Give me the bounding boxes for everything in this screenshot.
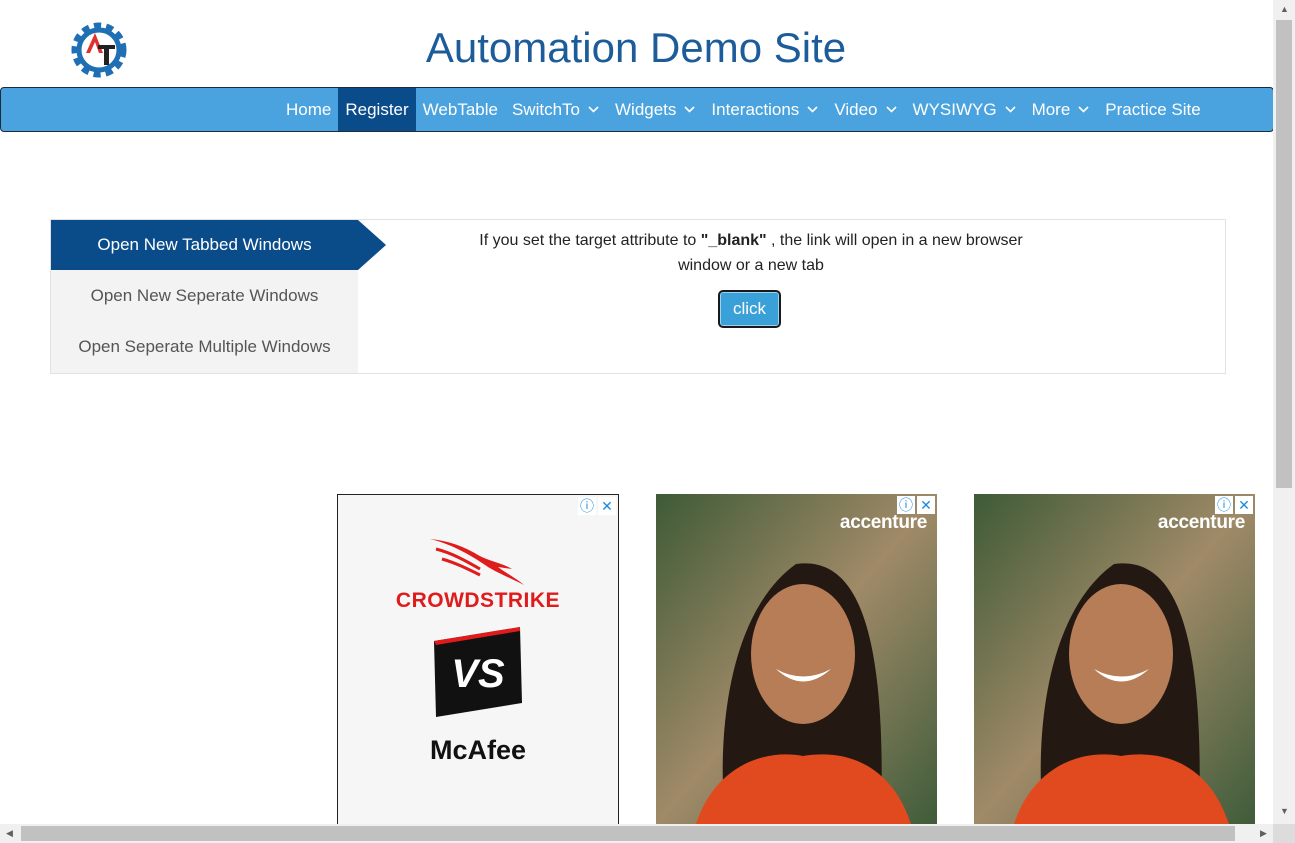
ad-close-icon[interactable]: ✕ [1235,496,1253,514]
ad-close-icon[interactable]: ✕ [917,496,935,514]
description-text-before: If you set the target attribute to [479,232,701,249]
description-bold: "_blank" [700,232,767,249]
chevron-down-icon [885,106,897,113]
horizontal-scroll-thumb[interactable] [21,826,1235,841]
ad-close-icon[interactable]: ✕ [598,497,616,515]
nav-item-interactions[interactable]: Interactions [704,88,827,131]
ad-banner-accenture-1[interactable]: accenture ⓘ ✕ [656,494,937,824]
nav-item-label: SwitchTo [511,99,580,119]
nav-item-switchto[interactable]: SwitchTo [505,88,608,131]
nav-item-label: Interactions [711,99,800,119]
nav-item-label: Practice Site [1105,99,1201,119]
chevron-down-icon [684,106,695,113]
page-title: Automation Demo Site [425,24,847,71]
falcon-icon [430,539,524,585]
nav-item-label: Widgets [615,99,677,119]
accenture-logo-text: accenture [839,512,927,533]
nav-item-widgets[interactable]: Widgets [608,88,704,131]
nav-item-home[interactable]: Home [279,88,338,131]
chevron-down-icon [1004,106,1016,113]
nav-item-webtable[interactable]: WebTable [416,88,505,131]
mcafee-text: McAfee [429,735,527,765]
nav-item-wysiwyg[interactable]: WYSIWYG [906,88,1025,131]
chevron-down-icon [1078,106,1089,113]
ad-photo-woman [974,494,1255,824]
nav-item-label: WYSIWYG [912,99,997,119]
tab-open-new-seperate-windows[interactable]: Open New Seperate Windows [51,271,358,321]
nav-item-label: Home [286,99,332,119]
crowdstrike-text: CROWDSTRIKE [395,589,561,612]
vertical-scroll-thumb[interactable] [1276,20,1292,488]
nav-item-practice-site[interactable]: Practice Site [1098,88,1207,131]
ad-photo-woman [656,494,937,824]
vertical-scrollbar[interactable]: ▲ ▼ [1273,0,1295,824]
chevron-down-icon [588,106,599,113]
nav-item-label: WebTable [422,99,498,119]
ad-controls: ⓘ ✕ [897,496,935,514]
nav-item-label: Register [345,99,409,119]
scrollbar-corner [1273,824,1295,843]
ad-controls: ⓘ ✕ [578,497,616,515]
ad-info-icon[interactable]: ⓘ [897,496,915,514]
tab-open-new-tabbed-windows[interactable]: Open New Tabbed Windows [51,220,358,270]
nav-item-label: Video [834,99,878,119]
ad-controls: ⓘ ✕ [1215,496,1253,514]
nav-item-video[interactable]: Video [827,88,905,131]
click-button[interactable]: click [718,290,781,328]
vs-badge-icon: VS [434,627,522,717]
main-navbar: Home Register WebTable SwitchTo Widgets Inter… [0,87,1274,132]
scroll-up-icon[interactable]: ▲ [1280,4,1289,14]
vs-text: VS [451,652,505,696]
nav-item-label: More [1031,99,1071,119]
ad-info-icon[interactable]: ⓘ [1215,496,1233,514]
ad-banner-crowdstrike[interactable]: ⓘ ✕ CROWDSTRIKE VS McAfee [337,494,619,826]
tab-description: If you set the target attribute to "_bla… [471,228,1031,278]
windows-tab-panel: Open New Tabbed Windows Open New Seperat… [50,219,1226,374]
ad-banner-accenture-2[interactable]: accenture ⓘ ✕ [974,494,1255,824]
chevron-down-icon [807,106,818,113]
active-tab-arrow [358,220,386,270]
horizontal-scrollbar[interactable]: ◀ ▶ [0,824,1273,843]
scroll-down-icon[interactable]: ▼ [1280,806,1289,816]
scroll-left-icon[interactable]: ◀ [6,828,13,839]
nav-item-more[interactable]: More [1025,88,1099,131]
scroll-right-icon[interactable]: ▶ [1260,828,1267,839]
tab-open-seperate-multiple-windows[interactable]: Open Seperate Multiple Windows [51,322,358,372]
nav-item-register[interactable]: Register [338,88,416,131]
accenture-logo-text: accenture [1157,512,1245,533]
tab-list: Open New Tabbed Windows Open New Seperat… [51,220,358,373]
ad-info-icon[interactable]: ⓘ [578,497,596,515]
